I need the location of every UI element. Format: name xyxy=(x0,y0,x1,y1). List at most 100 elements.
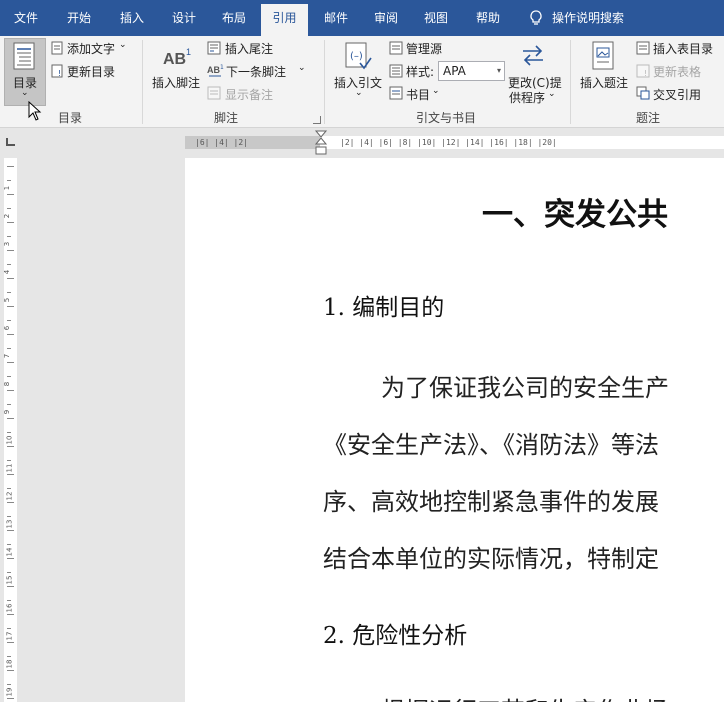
tab-home[interactable]: 开始 xyxy=(56,0,102,36)
ruler-number: 12 xyxy=(5,491,14,501)
ruler-tick xyxy=(7,390,14,391)
document-page[interactable]: 一、突发公共 1. 编制目的 为了保证我公司的安全生产 《安全生产法》、《消防法… xyxy=(185,158,724,702)
update-toc-button[interactable]: 更新目录 xyxy=(67,63,115,80)
mouse-cursor-icon xyxy=(28,101,42,121)
ruler-tick xyxy=(7,334,14,335)
insert-footnote-button[interactable]: 插入脚注 xyxy=(152,74,200,91)
insert-footnote-icon: AB 1 xyxy=(163,47,191,68)
vertical-ruler[interactable]: 1 2 3 4 5 6 7 8 9 10 11 12 13 14 15 16 17 18 19 xyxy=(3,158,17,702)
ruler-tick xyxy=(7,516,11,517)
insert-endnote-button[interactable]: 插入尾注 xyxy=(225,40,273,57)
ruler-tick xyxy=(7,180,11,181)
ruler-tick xyxy=(7,404,11,405)
ruler-tick xyxy=(7,628,11,629)
ruler-tick xyxy=(7,376,11,377)
insert-table-of-figures-button[interactable]: 插入表目录 xyxy=(653,40,713,57)
update-provider-button-line2[interactable]: 供程序 xyxy=(509,89,545,106)
svg-text:!: ! xyxy=(644,69,647,78)
ruler-tick xyxy=(7,306,14,307)
svg-text:1: 1 xyxy=(186,47,191,57)
insert-citation-dropdown-icon[interactable]: ⌄ xyxy=(355,88,363,98)
add-text-icon xyxy=(51,41,63,55)
ruler-number: 18 xyxy=(5,659,14,669)
ruler-tick xyxy=(7,488,11,489)
tell-me-search[interactable]: 操作说明搜索 xyxy=(552,0,638,36)
ruler-number: 4 xyxy=(3,269,12,275)
ruler-tick xyxy=(7,684,11,685)
ruler-left-numbers: |6| |4| |2| xyxy=(195,138,253,147)
insert-endnote-icon xyxy=(207,41,221,55)
show-notes-icon xyxy=(207,86,221,100)
svg-text:1: 1 xyxy=(220,64,224,71)
table-of-contents-icon xyxy=(13,42,35,70)
section-heading: 2. 危险性分析 xyxy=(323,623,468,649)
manage-sources-button[interactable]: 管理源 xyxy=(406,40,442,57)
ruler-tick xyxy=(7,656,11,657)
indent-marker-icon[interactable] xyxy=(315,130,327,158)
next-footnote-dropdown-icon[interactable]: ⌄ xyxy=(298,63,306,73)
citations-group-label: 引文与书目 xyxy=(416,111,477,125)
bibliography-dropdown-icon[interactable]: ⌄ xyxy=(432,86,440,96)
update-table-icon: ! xyxy=(636,64,650,78)
update-provider-dropdown-icon[interactable]: ⌄ xyxy=(548,89,556,99)
toc-group-label: 目录 xyxy=(58,111,83,125)
ruler-tick xyxy=(7,460,11,461)
svg-text:AB: AB xyxy=(163,51,186,68)
tab-review[interactable]: 审阅 xyxy=(364,0,408,36)
tab-help[interactable]: 帮助 xyxy=(466,0,510,36)
paragraph-line: 根据运行工艺和生产作业场 xyxy=(381,691,669,702)
add-text-dropdown-icon[interactable]: ⌄ xyxy=(119,40,127,50)
ruler-number: 17 xyxy=(5,631,14,641)
chevron-down-icon: ⌄ xyxy=(21,88,29,98)
ruler-number: 16 xyxy=(5,603,14,613)
svg-text:AB: AB xyxy=(207,65,220,75)
ruler-tick xyxy=(7,544,11,545)
bibliography-icon xyxy=(389,86,403,100)
ruler-tick xyxy=(7,474,14,475)
ruler-number: 3 xyxy=(3,241,12,247)
tab-selector[interactable] xyxy=(0,128,24,154)
ruler-tick xyxy=(7,250,14,251)
ruler-tick xyxy=(7,642,14,643)
update-provider-arrows-icon xyxy=(523,45,543,66)
ruler-tick xyxy=(7,236,11,237)
tab-file[interactable]: 文件 xyxy=(6,0,46,36)
citation-style-value: APA xyxy=(443,64,466,78)
tab-view[interactable]: 视图 xyxy=(414,0,458,36)
show-notes-button[interactable]: 显示备注 xyxy=(225,86,273,103)
next-footnote-icon: AB 1 xyxy=(207,64,224,77)
tab-layout[interactable]: 布局 xyxy=(212,0,256,36)
insert-caption-button[interactable]: 插入题注 xyxy=(580,74,628,91)
style-icon xyxy=(389,64,403,78)
ruler-tick xyxy=(7,586,14,587)
update-table-button[interactable]: 更新表格 xyxy=(653,63,701,80)
ruler-tick xyxy=(7,292,11,293)
ruler-tick xyxy=(7,530,14,531)
ribbon-tab-bar: 文件 开始 插入 设计 布局 引用 邮件 审阅 视图 帮助 操作说明搜索 xyxy=(0,0,724,36)
ruler-tick xyxy=(7,208,11,209)
ruler-tick xyxy=(7,194,14,195)
lightbulb-icon xyxy=(530,10,542,25)
ruler-tick xyxy=(7,166,14,167)
tab-references[interactable]: 引用 xyxy=(261,4,308,36)
insert-caption-icon xyxy=(592,41,614,70)
add-text-button[interactable]: 添加文字 xyxy=(67,40,115,57)
footnotes-dialog-launcher-icon[interactable] xyxy=(313,116,321,124)
ruler-right-numbers: |2| |4| |6| |8| |10| |12| |14| |16| |18|… xyxy=(340,138,557,147)
cross-reference-button[interactable]: 交叉引用 xyxy=(653,86,701,103)
bibliography-button[interactable]: 书目 xyxy=(406,86,430,103)
tab-mailings[interactable]: 邮件 xyxy=(314,0,358,36)
manage-sources-icon xyxy=(389,41,403,55)
horizontal-ruler[interactable]: |6| |4| |2| |2| |4| |6| |8| |10| |12| |1… xyxy=(185,136,724,149)
ruler-tick xyxy=(7,600,11,601)
ruler-tick xyxy=(7,362,14,363)
paragraph-line: 序、高效地控制紧急事件的发展 xyxy=(323,488,659,516)
ruler-tick xyxy=(7,348,11,349)
paragraph-line: 为了保证我公司的安全生产 xyxy=(381,374,669,402)
tab-design[interactable]: 设计 xyxy=(162,0,206,36)
next-footnote-button[interactable]: 下一条脚注 xyxy=(226,63,286,80)
document-title: 一、突发公共 xyxy=(482,197,668,233)
tab-insert[interactable]: 插入 xyxy=(110,0,154,36)
chevron-down-icon: ▾ xyxy=(496,66,501,75)
citation-style-select[interactable]: APA ▾ xyxy=(438,61,505,81)
